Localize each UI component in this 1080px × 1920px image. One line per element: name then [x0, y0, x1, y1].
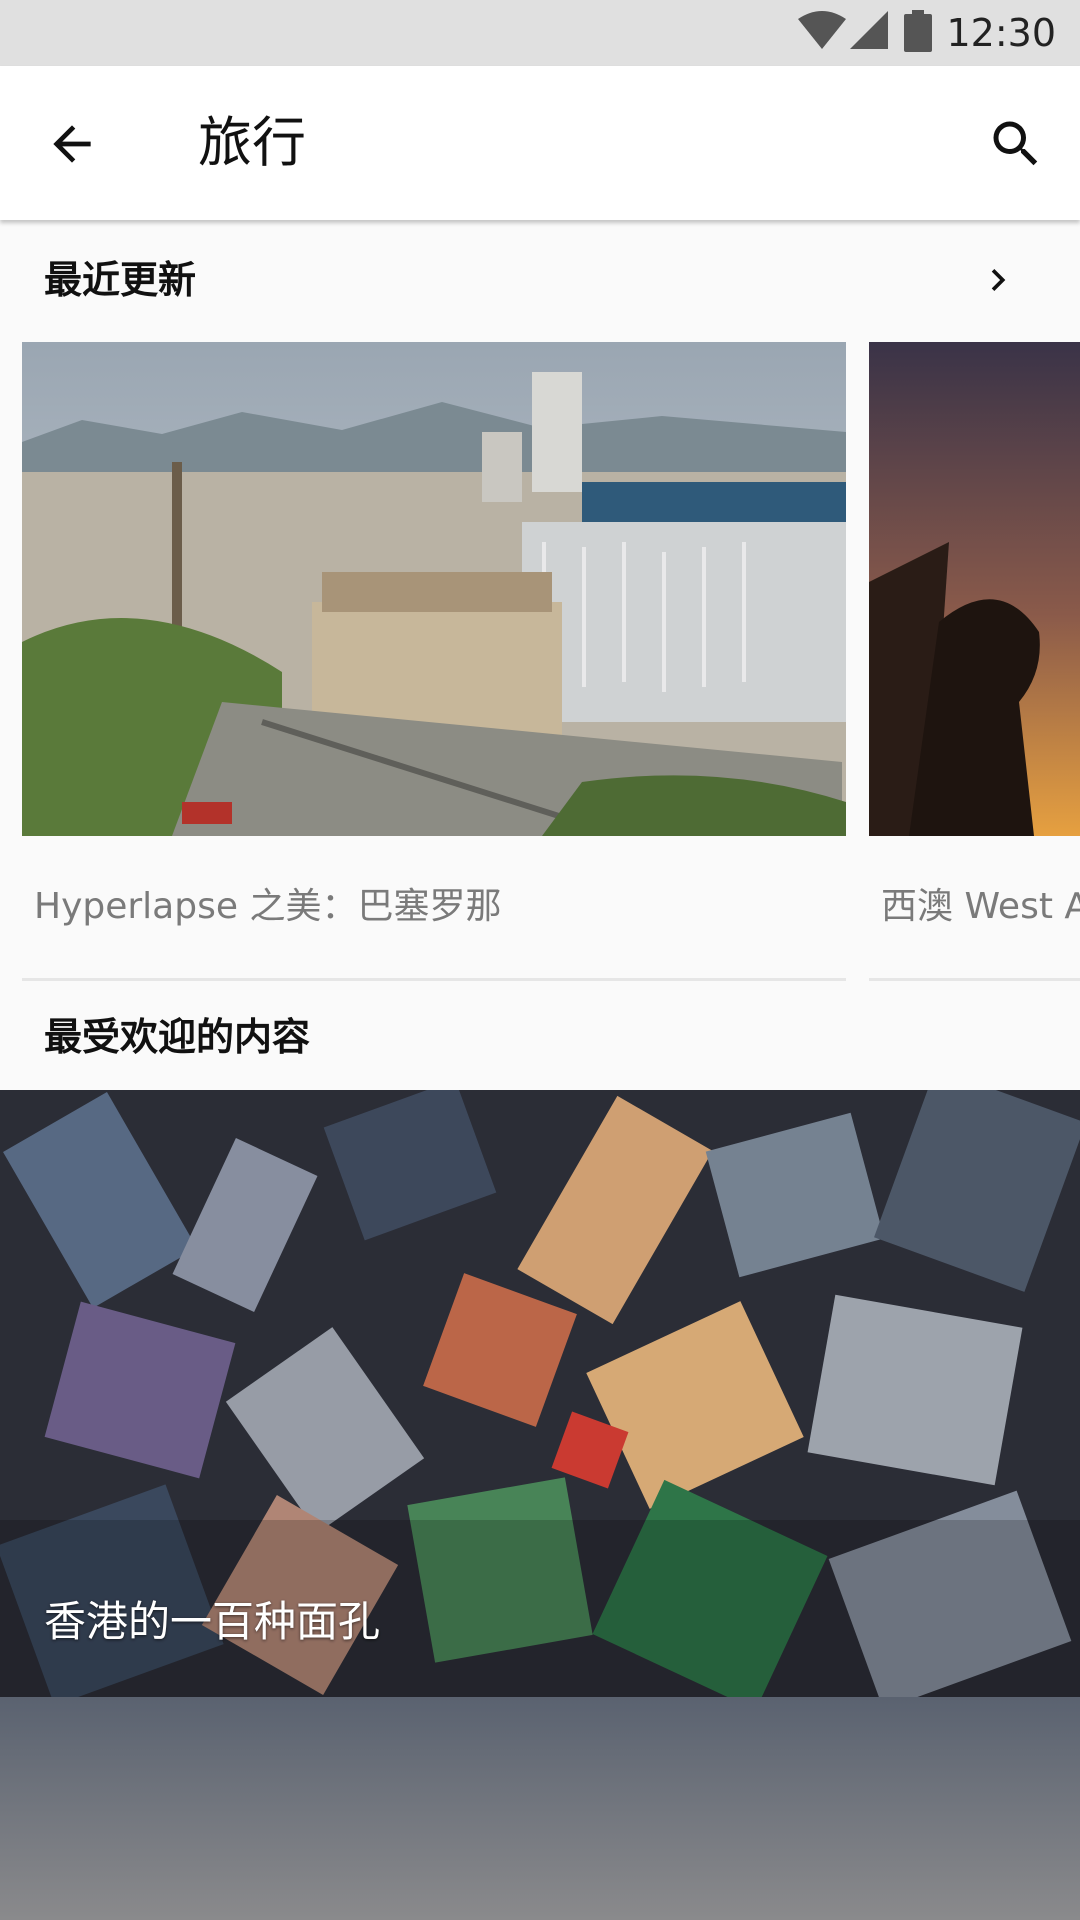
video-thumbnail: [22, 342, 846, 836]
page-title: 旅行: [198, 111, 306, 174]
search-icon: [993, 121, 1038, 166]
search-button[interactable]: [986, 114, 1046, 174]
recent-more-button[interactable]: [976, 258, 1020, 302]
video-card-title: 西澳 West A: [881, 886, 1080, 927]
popular-item-hong-kong[interactable]: 香港的一百种面孔: [0, 1090, 1080, 1697]
status-time: 12:30: [946, 11, 1056, 55]
wifi-icon: [798, 11, 847, 55]
popular-section-header: 最受欢迎的内容: [0, 1010, 1080, 1070]
popular-thumbnail: [0, 1697, 1080, 1920]
recent-section-title: 最近更新: [44, 258, 197, 302]
video-card-west-australia[interactable]: 西澳 West A: [869, 342, 1080, 982]
recent-section-header: 最近更新: [0, 250, 1080, 310]
app-bar: 旅行: [0, 66, 1080, 220]
recent-carousel[interactable]: Hyperlapse 之美：巴塞罗那 西澳 West A: [0, 342, 1080, 982]
chevron-right-icon: [991, 269, 1006, 291]
popular-item-next[interactable]: [0, 1697, 1080, 1920]
arrow-back-icon: [53, 125, 91, 163]
card-divider: [869, 978, 1080, 981]
back-button[interactable]: [44, 116, 100, 172]
card-divider: [22, 978, 846, 981]
battery-icon: [904, 10, 933, 56]
status-bar: 12:30: [0, 0, 1080, 66]
popular-section-title: 最受欢迎的内容: [44, 1015, 311, 1059]
popular-item-title: 香港的一百种面孔: [44, 1597, 381, 1646]
video-card-title: Hyperlapse 之美：巴塞罗那: [34, 886, 502, 927]
video-card-barcelona[interactable]: Hyperlapse 之美：巴塞罗那: [22, 342, 846, 982]
video-thumbnail: [869, 342, 1080, 836]
status-icons: 12:30: [798, 8, 1056, 58]
cell-signal-icon: [850, 11, 890, 55]
